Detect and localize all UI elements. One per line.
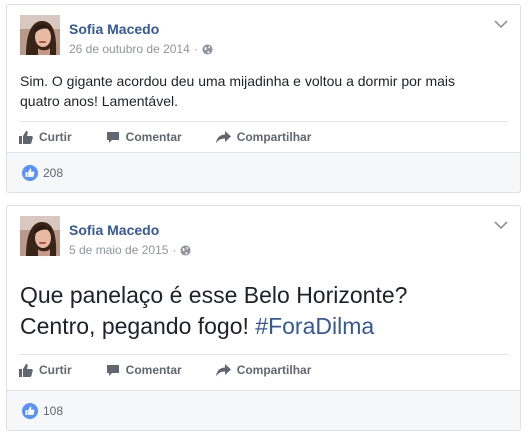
post-card: Sofia Macedo 5 de maio de 2015 · Que pan… <box>6 205 521 431</box>
post-meta: 5 de maio de 2015 · <box>69 243 191 257</box>
avatar[interactable] <box>20 15 60 55</box>
post-text-line: quatro anos! Lamentável. <box>20 93 178 109</box>
like-label: Curtir <box>39 130 72 144</box>
profile-photo <box>20 216 60 256</box>
like-badge-icon[interactable] <box>22 402 38 419</box>
post-text-line-2: Centro, pegando fogo! #ForaDilma <box>20 311 500 342</box>
post-text: Que panelaço é esse Belo Horizonte? Cent… <box>20 280 500 342</box>
like-count[interactable]: 208 <box>43 166 63 180</box>
thumbs-up-icon <box>19 130 33 144</box>
share-icon <box>215 130 231 143</box>
share-button[interactable]: Compartilhar <box>215 363 312 377</box>
post-text-segment: Centro, pegando fogo! <box>20 313 249 339</box>
post-date[interactable]: 5 de maio de 2015 <box>69 243 168 257</box>
like-count[interactable]: 108 <box>43 404 63 418</box>
like-badge-icon[interactable] <box>22 164 38 181</box>
chevron-down-icon[interactable] <box>494 19 508 29</box>
comment-icon <box>106 364 119 376</box>
chevron-down-icon[interactable] <box>494 220 508 230</box>
share-label: Compartilhar <box>236 363 312 377</box>
reactions-footer: 108 <box>7 390 520 430</box>
action-bar: Curtir Comentar Compartilhar <box>19 354 508 385</box>
comment-label: Comentar <box>125 363 182 377</box>
profile-photo <box>20 15 60 55</box>
comment-label: Comentar <box>125 130 182 144</box>
globe-icon <box>202 43 213 55</box>
share-button[interactable]: Compartilhar <box>215 130 312 144</box>
author-name[interactable]: Sofia Macedo <box>69 222 159 238</box>
post-text: Sim. O gigante acordou deu uma mijadinha… <box>20 71 500 111</box>
action-bar: Curtir Comentar Compartilhar <box>19 121 508 152</box>
comment-icon <box>106 131 119 143</box>
share-label: Compartilhar <box>236 130 312 144</box>
author-name[interactable]: Sofia Macedo <box>69 21 159 37</box>
like-button[interactable]: Curtir <box>19 130 72 144</box>
comment-button[interactable]: Comentar <box>106 130 182 144</box>
post-text-line: Sim. O gigante acordou deu uma mijadinha… <box>20 73 455 89</box>
separator: · <box>193 42 198 56</box>
globe-icon <box>180 244 191 256</box>
hashtag-link[interactable]: #ForaDilma <box>255 313 374 339</box>
post-text-line: Que panelaço é esse Belo Horizonte? <box>20 282 408 308</box>
post-card: Sofia Macedo 26 de outubro de 2014 · Sim… <box>6 4 521 193</box>
share-icon <box>215 363 231 376</box>
separator: · <box>172 243 177 257</box>
like-label: Curtir <box>39 363 72 377</box>
reactions-footer: 208 <box>7 152 520 192</box>
like-button[interactable]: Curtir <box>19 363 72 377</box>
avatar[interactable] <box>20 216 60 256</box>
post-date[interactable]: 26 de outubro de 2014 <box>69 42 190 56</box>
post-meta: 26 de outubro de 2014 · <box>69 42 213 56</box>
thumbs-up-icon <box>19 363 33 377</box>
comment-button[interactable]: Comentar <box>106 363 182 377</box>
